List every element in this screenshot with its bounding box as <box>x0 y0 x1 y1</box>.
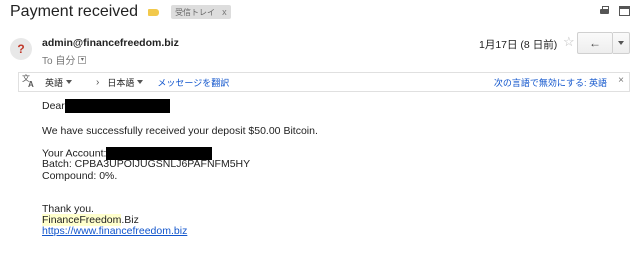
batch-line: Batch: CPBA3UPOIJUGSNLJ6PAFNFM5HY <box>42 158 251 170</box>
disable-translation-link[interactable]: 次の言語で無効にする: 英語 <box>494 76 607 89</box>
target-language-label: 日本語 <box>107 77 135 88</box>
message-date: 1月17日 (8 日前) <box>479 39 558 51</box>
show-details-icon[interactable]: ▾ <box>78 55 87 64</box>
reply-icon: ← <box>589 36 601 50</box>
subject-bar: Payment received 受信トレイ x <box>10 2 231 22</box>
redacted-name <box>64 99 170 113</box>
inbox-label-text: 受信トレイ <box>175 7 216 17</box>
translate-message-link[interactable]: メッセージを翻訳 <box>157 76 229 89</box>
greeting-line: Dear <box>42 99 170 113</box>
star-icon[interactable]: ☆ <box>563 34 575 50</box>
close-icon[interactable]: × <box>618 75 624 86</box>
greeting: Dear <box>42 99 65 112</box>
print-icon[interactable] <box>599 6 610 16</box>
inbox-label-chip[interactable]: 受信トレイ x <box>171 5 231 19</box>
avatar: ? <box>10 38 32 60</box>
recipient-text: To 自分 <box>42 56 76 67</box>
recipient-line: To 自分 ▾ <box>42 52 87 67</box>
sender-address[interactable]: admin@financefreedom.biz <box>42 37 179 49</box>
translate-icon: 文A <box>22 74 34 89</box>
chevron-right-icon: › <box>96 76 100 88</box>
email-subject: Payment received <box>10 3 139 20</box>
url-line: https://www.financefreedom.biz <box>42 225 187 237</box>
remove-label-icon[interactable]: x <box>222 7 227 17</box>
label-tag-icon[interactable] <box>148 8 160 16</box>
more-options-button[interactable] <box>613 32 630 54</box>
source-language-select[interactable]: 英語 <box>45 76 73 89</box>
deposit-line: We have successfully received your depos… <box>42 125 318 137</box>
reply-button[interactable]: ← <box>577 32 613 54</box>
target-language-select[interactable]: 日本語 <box>107 76 144 89</box>
website-link[interactable]: https://www.financefreedom.biz <box>42 225 187 237</box>
chevron-down-icon <box>66 80 73 84</box>
top-actions <box>599 6 630 16</box>
translate-bar: 文A 英語 › 日本語 メッセージを翻訳 次の言語で無効にする: 英語 × <box>18 72 630 92</box>
source-language-label: 英語 <box>45 77 64 88</box>
avatar-glyph: ? <box>17 42 25 56</box>
compound-line: Compound: 0%. <box>42 170 118 182</box>
chevron-down-icon <box>137 80 144 84</box>
new-window-icon[interactable] <box>619 6 630 16</box>
